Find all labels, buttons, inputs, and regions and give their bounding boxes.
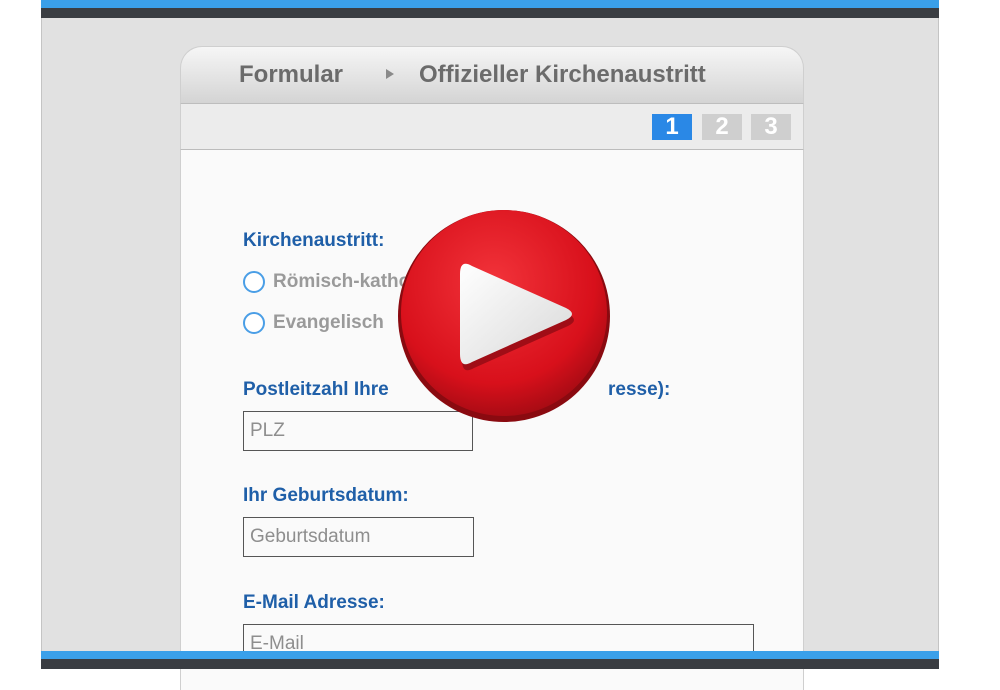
birthdate-label: Ihr Geburtsdatum: [243,485,409,506]
bottom-dark-bar [41,659,939,669]
birthdate-input[interactable] [243,517,474,557]
step-1[interactable]: 1 [652,114,692,140]
play-icon [398,210,610,422]
plz-label-left: Postleitzahl Ihre [243,379,389,400]
church-label: Kirchenaustritt: [243,230,385,251]
radio-circle[interactable] [243,312,265,334]
breadcrumb-arrow-icon [386,69,394,79]
bottom-accent-bar [41,651,939,659]
radio-label: Römisch-katho [273,271,411,292]
plz-label-right: resse): [608,379,671,400]
top-accent-bar [41,0,939,8]
radio-label: Evangelisch [273,312,384,333]
play-button[interactable] [394,206,614,426]
email-label: E-Mail Adresse: [243,592,385,613]
radio-option-roman-catholic[interactable]: Römisch-katho [243,268,410,296]
radio-option-evangelical[interactable]: Evangelisch [243,309,384,337]
breadcrumb-root[interactable]: Formular [239,61,343,89]
step-indicator: 1 2 3 [180,104,804,150]
breadcrumb-current: Offizieller Kirchenaustritt [419,61,706,88]
top-dark-bar [41,8,939,18]
step-2[interactable]: 2 [702,114,742,140]
step-3[interactable]: 3 [751,114,791,140]
radio-circle[interactable] [243,271,265,293]
card-header: Formular Offizieller Kirchenaustritt [180,46,804,104]
